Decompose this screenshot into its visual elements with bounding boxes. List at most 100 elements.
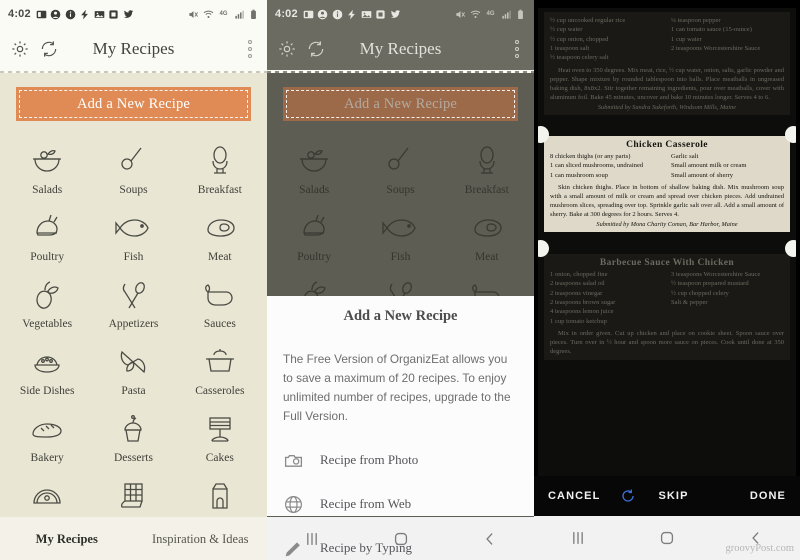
category-bakery[interactable]: Bakery [4, 403, 90, 470]
screenshot-stage: 4:02 4G My Recipes Add a New Recipe Sala… [0, 0, 800, 560]
gear-icon[interactable] [10, 39, 30, 59]
category-meat[interactable]: Meat [177, 202, 263, 269]
sync-icon[interactable] [306, 39, 326, 59]
tab-inspiration-ideas[interactable]: Inspiration & Ideas [134, 532, 268, 547]
category-label: Salads [32, 184, 63, 196]
option-recipe-from-photo[interactable]: Recipe from Photo [283, 438, 518, 482]
category-casseroles[interactable]: Casseroles [177, 336, 263, 403]
category-grid: Salads Soups Breakfast Poultry Fish Meat Veget… [0, 127, 267, 517]
category-vegetables[interactable]: Vegetables [4, 269, 90, 336]
bread-loaf-icon [27, 412, 67, 446]
recipe-directions: Heat oven to 350 degrees. Mix meat, rice… [550, 66, 784, 102]
network-type-label: 4G [219, 10, 228, 17]
status-right-icons: 4G [188, 9, 259, 20]
crop-handle-bottom-right[interactable] [785, 240, 796, 257]
category-label: Appetizers [108, 318, 159, 330]
gallery-icon [36, 9, 47, 20]
fish-icon [380, 211, 420, 245]
sheet-description: The Free Version of OrganizEat allows yo… [283, 352, 511, 424]
battery-icon [515, 9, 526, 20]
ingredients: 1 onion, chopped fine 2 teaspoons salad … [550, 270, 784, 326]
steak-icon [200, 211, 240, 245]
twitter-icon [390, 9, 401, 20]
ingredients-left: 8 chicken thighs (or any parts) 1 can sl… [550, 152, 663, 180]
sync-icon[interactable] [39, 39, 59, 59]
battery-icon [248, 9, 259, 20]
ingredient-item: Small amount of sherry [671, 171, 734, 179]
category-cakes[interactable]: Cakes [177, 403, 263, 470]
category-soups[interactable]: Soups [90, 135, 176, 202]
ingredient-item: 3 teaspoons Worcestershire Sauce [671, 271, 761, 278]
gear-icon[interactable] [277, 39, 297, 59]
globe-icon [283, 494, 304, 515]
category-soups[interactable]: Soups [357, 135, 443, 202]
status-left-icons [303, 9, 401, 20]
category-label: Salads [299, 184, 330, 196]
egg-cup-icon [200, 144, 240, 178]
category-label: Cakes [205, 452, 234, 464]
category-poultry[interactable]: Poultry [4, 202, 90, 269]
option-label: Recipe from Photo [320, 452, 419, 468]
waffle-icon [113, 479, 153, 513]
option-recipe-by-typing[interactable]: Recipe by Typing [283, 526, 518, 560]
category-pasta[interactable]: Pasta [90, 336, 176, 403]
category-salads[interactable]: Salads [271, 135, 357, 202]
app-bar: My Recipes [0, 28, 267, 70]
kebab-menu-icon[interactable] [510, 38, 524, 60]
category-label: Vegetables [22, 318, 73, 330]
photo-icon [361, 9, 372, 20]
category-breakfast[interactable]: Breakfast [177, 135, 263, 202]
ingredient-item: 1 can mushroom soup [550, 171, 609, 179]
category-meat[interactable]: Meat [444, 202, 530, 269]
cake-stand-icon [200, 412, 240, 446]
recents-icon[interactable] [568, 528, 588, 548]
category-desserts[interactable]: Desserts [90, 403, 176, 470]
recipe-directions: Skin chicken thighs. Place in bottom of … [550, 184, 784, 219]
ingredient-item: 1 cup tomato ketchup [550, 317, 607, 325]
category-fish[interactable]: Fish [357, 202, 443, 269]
rotate-icon[interactable] [620, 488, 636, 504]
category-label: Poultry [297, 251, 332, 263]
category-poultry[interactable]: Poultry [271, 202, 357, 269]
cancel-button[interactable]: CANCEL [548, 490, 600, 502]
kebab-menu-icon[interactable] [243, 38, 257, 60]
category-drink-carton[interactable] [177, 470, 263, 517]
app-icon [108, 9, 119, 20]
watermark: groovyPost.com [725, 543, 794, 554]
mute-icon [455, 9, 466, 20]
recipe-block-chicken-casserole[interactable]: Chicken Casserole 8 chicken thighs (or a… [544, 136, 790, 233]
home-icon[interactable] [657, 528, 677, 548]
ingredients-right: Garlic salt Small amount milk or cream S… [671, 152, 784, 180]
option-recipe-from-web[interactable]: Recipe from Web [283, 482, 518, 526]
crop-handle-top-right[interactable] [785, 126, 796, 143]
ingredient-item: ¼ teaspoon pepper [671, 17, 721, 24]
add-new-recipe-button[interactable]: Add a New Recipe [16, 87, 251, 121]
done-button[interactable]: DONE [750, 490, 786, 502]
category-fish[interactable]: Fish [90, 202, 176, 269]
ingredient-item: ½ cup chopped celery [671, 289, 729, 297]
gallery-icon [303, 9, 314, 20]
category-breakfast[interactable]: Breakfast [444, 135, 530, 202]
category-appetizers[interactable]: Appetizers [90, 269, 176, 336]
roast-chicken-icon [294, 211, 334, 245]
category-waffle[interactable] [90, 470, 176, 517]
panel-add-recipe-dialog: 4:02 4G My Recipes Add a New Recipe Sala… [267, 0, 534, 560]
flash-icon [346, 9, 357, 20]
skip-button[interactable]: SKIP [658, 490, 688, 502]
ingredient-item: Small amount milk or cream [671, 162, 747, 170]
status-bar: 4:02 4G [267, 0, 534, 28]
category-pie[interactable] [4, 470, 90, 517]
photo-icon [94, 9, 105, 20]
tab-my-recipes[interactable]: My Recipes [0, 532, 134, 547]
dish-icon [27, 345, 67, 379]
category-sauces[interactable]: Sauces [177, 269, 263, 336]
category-side-dishes[interactable]: Side Dishes [4, 336, 90, 403]
ingredient-item: 4 teaspoons lemon juice [550, 308, 614, 316]
category-label: Pasta [121, 385, 146, 397]
category-salads[interactable]: Salads [4, 135, 90, 202]
ingredient-item: 2 teaspoons vinegar [550, 289, 603, 297]
fork-spoon-icon [113, 278, 153, 312]
panel-scan-crop: ½ cup uncooked regular rice ½ cup water … [534, 0, 800, 560]
category-label: Meat [208, 251, 232, 263]
salad-bowl-icon [27, 144, 67, 178]
